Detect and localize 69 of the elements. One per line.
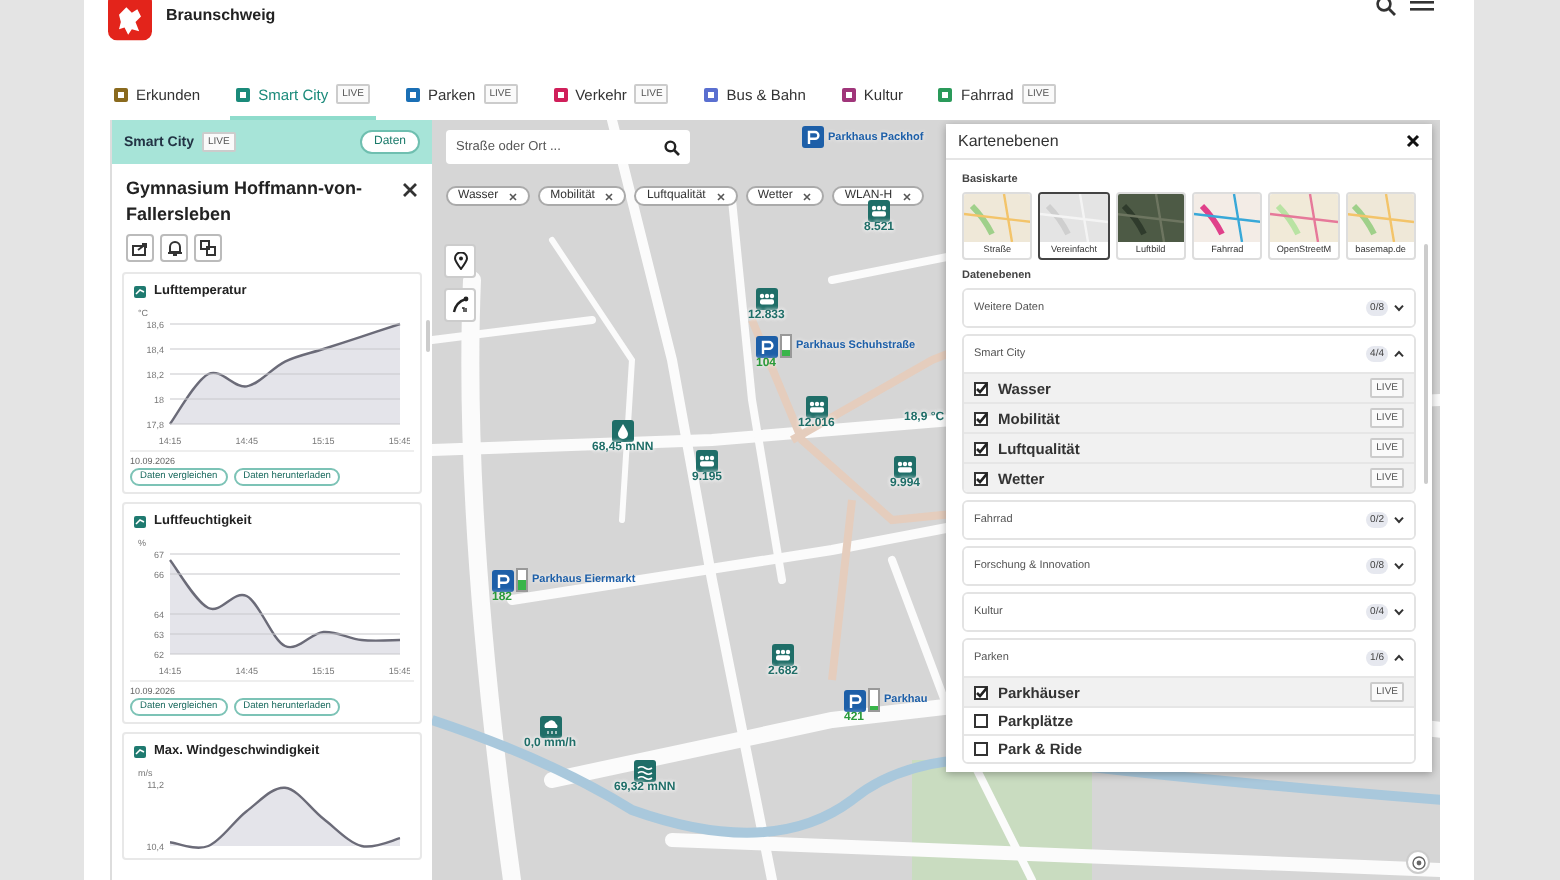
close-icon[interactable] bbox=[715, 191, 726, 201]
people-counter-icon[interactable] bbox=[805, 396, 828, 418]
share-button[interactable] bbox=[126, 234, 154, 262]
route-icon bbox=[451, 296, 469, 314]
category-icon bbox=[938, 87, 953, 101]
category-icon bbox=[704, 87, 719, 101]
occupancy-bar bbox=[516, 568, 528, 592]
rain-cloud-icon[interactable] bbox=[539, 716, 561, 738]
checkbox[interactable] bbox=[974, 471, 988, 485]
map-thumbnail-icon bbox=[1194, 194, 1261, 242]
close-icon[interactable] bbox=[802, 191, 813, 201]
occupancy-bar bbox=[780, 334, 792, 358]
location-pin-icon bbox=[453, 252, 467, 270]
people-counter-icon[interactable] bbox=[755, 288, 778, 310]
map-thumbnail-icon bbox=[1347, 194, 1414, 242]
checkbox[interactable] bbox=[974, 742, 988, 756]
chevron-icon bbox=[1394, 304, 1404, 312]
close-icon[interactable] bbox=[1406, 134, 1420, 148]
parking-icon[interactable] bbox=[492, 569, 514, 591]
compare-button[interactable] bbox=[194, 234, 222, 262]
checkbox[interactable] bbox=[974, 381, 988, 395]
category-icon bbox=[114, 87, 128, 101]
parking-icon[interactable] bbox=[844, 689, 866, 711]
map-thumbnail-icon bbox=[964, 194, 1031, 242]
close-icon[interactable] bbox=[508, 191, 519, 201]
panel-title: Kartenebenen bbox=[958, 132, 1059, 150]
chevron-icon bbox=[1394, 516, 1404, 524]
share-icon bbox=[132, 241, 148, 255]
close-icon[interactable] bbox=[604, 191, 615, 201]
people-counter-icon[interactable] bbox=[772, 644, 794, 666]
checkbox[interactable] bbox=[974, 441, 988, 455]
checkbox[interactable] bbox=[974, 685, 988, 699]
location-button[interactable] bbox=[444, 244, 476, 278]
checkbox[interactable] bbox=[974, 714, 988, 728]
search-icon[interactable] bbox=[1376, 0, 1398, 16]
drop-icon[interactable] bbox=[611, 420, 634, 442]
chevron-icon bbox=[1394, 608, 1404, 616]
parking-icon[interactable] bbox=[756, 335, 778, 357]
scrollbar[interactable] bbox=[426, 320, 430, 352]
map-thumbnail-icon bbox=[1270, 194, 1338, 242]
category-icon bbox=[553, 87, 568, 101]
occupancy-bar bbox=[868, 688, 880, 712]
city-logo[interactable] bbox=[106, 0, 154, 44]
city-name: Braunschweig bbox=[166, 6, 276, 24]
scrollbar[interactable] bbox=[1424, 244, 1428, 484]
category-icon bbox=[841, 87, 856, 101]
category-icon bbox=[405, 87, 420, 101]
search-icon[interactable] bbox=[664, 139, 680, 155]
chevron-icon bbox=[1394, 350, 1404, 358]
parking-icon[interactable] bbox=[802, 126, 824, 148]
chevron-icon bbox=[1394, 562, 1404, 570]
bell-button[interactable] bbox=[160, 234, 188, 262]
map-thumbnail-icon bbox=[1040, 194, 1108, 242]
menu-icon[interactable] bbox=[1410, 0, 1434, 12]
target-icon bbox=[1411, 855, 1425, 869]
squares-icon bbox=[200, 240, 216, 256]
measure-button[interactable] bbox=[444, 288, 476, 322]
station-name: Gymnasium Hoffmann-von-Fallersleben bbox=[126, 176, 365, 228]
map-thumbnail-icon bbox=[1117, 194, 1184, 242]
close-icon[interactable] bbox=[402, 182, 418, 198]
people-counter-icon[interactable] bbox=[868, 200, 890, 222]
chevron-icon bbox=[1394, 654, 1404, 662]
bell-icon bbox=[167, 240, 181, 256]
close-icon[interactable] bbox=[902, 191, 913, 201]
waves-icon[interactable] bbox=[633, 760, 656, 782]
checkbox[interactable] bbox=[974, 411, 988, 425]
people-counter-icon[interactable] bbox=[696, 450, 718, 472]
people-counter-icon[interactable] bbox=[894, 456, 916, 478]
category-icon bbox=[236, 87, 251, 101]
